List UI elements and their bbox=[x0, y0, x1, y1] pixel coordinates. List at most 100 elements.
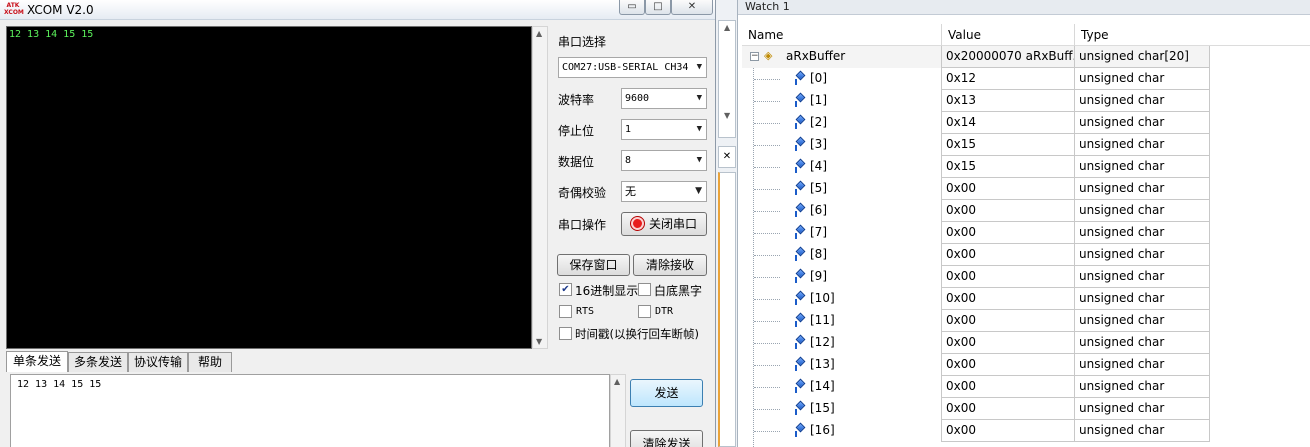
scroll-down-icon[interactable]: ▼ bbox=[724, 111, 730, 120]
baud-dropdown[interactable]: 9600 ▼ bbox=[621, 88, 707, 109]
item-type-cell: unsigned char bbox=[1075, 266, 1210, 288]
tab-help[interactable]: 帮助 bbox=[188, 352, 232, 372]
scroll-up-icon[interactable]: ▲ bbox=[536, 29, 542, 38]
item-value-cell[interactable]: 0x00 bbox=[942, 222, 1075, 244]
element-stem-icon bbox=[795, 387, 797, 393]
watch-item-row[interactable]: [12] 0x00 unsigned char bbox=[742, 332, 1210, 354]
item-type-cell: unsigned char bbox=[1075, 310, 1210, 332]
watch-element-diamond-icon bbox=[795, 202, 806, 213]
chevron-down-icon: ▼ bbox=[695, 186, 702, 196]
watch-item-row[interactable]: [9] 0x00 unsigned char bbox=[742, 266, 1210, 288]
white-bg-checkbox[interactable] bbox=[638, 283, 651, 296]
send-button[interactable]: 发送 bbox=[630, 379, 703, 407]
element-stem-icon bbox=[795, 211, 797, 217]
item-value-cell[interactable]: 0x15 bbox=[942, 156, 1075, 178]
watch-item-row[interactable]: [5] 0x00 unsigned char bbox=[742, 178, 1210, 200]
rts-checkbox[interactable] bbox=[559, 305, 572, 318]
clear-send-button[interactable]: 清除发送 bbox=[630, 430, 703, 447]
item-value-cell[interactable]: 0x00 bbox=[942, 354, 1075, 376]
send-scrollbar[interactable]: ▲ bbox=[610, 374, 626, 447]
item-value-cell[interactable]: 0x00 bbox=[942, 200, 1075, 222]
item-name-cell: [0] bbox=[742, 68, 942, 90]
item-value-cell[interactable]: 0x00 bbox=[942, 332, 1075, 354]
scroll-down-icon[interactable]: ▼ bbox=[536, 337, 542, 346]
item-value-cell[interactable]: 0x00 bbox=[942, 420, 1075, 442]
xcom-title-bar[interactable]: ATK XCOM XCOM V2.0 ▭ □ ✕ bbox=[0, 0, 715, 20]
scroll-up-icon[interactable]: ▲ bbox=[614, 377, 620, 386]
scroll-up-icon[interactable]: ▲ bbox=[724, 23, 730, 32]
item-value-cell[interactable]: 0x00 bbox=[942, 266, 1075, 288]
hex-display-label: 16进制显示 bbox=[575, 284, 639, 298]
watch-item-row[interactable]: [0] 0x12 unsigned char bbox=[742, 68, 1210, 90]
tab-multi-send[interactable]: 多条发送 bbox=[68, 352, 128, 372]
watch-item-row[interactable]: [3] 0x15 unsigned char bbox=[742, 134, 1210, 156]
maximize-button[interactable]: □ bbox=[645, 0, 671, 15]
watch-root-row[interactable]: − ◈ aRxBuffer 0x20000070 aRxBuff... unsi… bbox=[742, 46, 1210, 68]
save-window-button[interactable]: 保存窗口 bbox=[557, 254, 630, 276]
item-value-cell[interactable]: 0x14 bbox=[942, 112, 1075, 134]
timestamp-checkbox[interactable] bbox=[559, 327, 572, 340]
tree-branch bbox=[754, 145, 780, 146]
watch-item-row[interactable]: [11] 0x00 unsigned char bbox=[742, 310, 1210, 332]
tree-branch bbox=[754, 101, 780, 102]
port-op-label: 串口操作 bbox=[558, 218, 607, 232]
item-name: [3] bbox=[810, 137, 827, 151]
column-type[interactable]: Type bbox=[1075, 24, 1310, 46]
watch-item-row[interactable]: [13] 0x00 unsigned char bbox=[742, 354, 1210, 376]
watch-item-row[interactable]: [2] 0x14 unsigned char bbox=[742, 112, 1210, 134]
watch-item-row[interactable]: [6] 0x00 unsigned char bbox=[742, 200, 1210, 222]
item-value-cell[interactable]: 0x00 bbox=[942, 244, 1075, 266]
hex-display-checkbox[interactable]: ✔ bbox=[559, 283, 572, 296]
tree-branch bbox=[754, 277, 780, 278]
close-port-button[interactable]: 关闭串口 bbox=[621, 212, 707, 236]
tab-protocol[interactable]: 协议传输 bbox=[128, 352, 188, 372]
item-value-cell[interactable]: 0x00 bbox=[942, 376, 1075, 398]
watch-item-row[interactable]: [8] 0x00 unsigned char bbox=[742, 244, 1210, 266]
element-stem-icon bbox=[795, 189, 797, 195]
element-stem-icon bbox=[795, 365, 797, 371]
side-panel-bottom bbox=[718, 172, 736, 447]
item-value-cell[interactable]: 0x00 bbox=[942, 398, 1075, 420]
receive-scrollbar[interactable]: ▲ ▼ bbox=[532, 26, 548, 349]
receive-area[interactable]: 12 13 14 15 15 bbox=[6, 26, 532, 349]
watch-item-row[interactable]: [1] 0x13 unsigned char bbox=[742, 90, 1210, 112]
item-value-cell[interactable]: 0x13 bbox=[942, 90, 1075, 112]
tree-branch bbox=[754, 233, 780, 234]
column-name[interactable]: Name bbox=[742, 24, 942, 46]
watch-item-row[interactable]: [16] 0x00 unsigned char bbox=[742, 420, 1210, 442]
item-value-cell[interactable]: 0x12 bbox=[942, 68, 1075, 90]
ide-side-strip: ▲ ▼ ✕ bbox=[716, 0, 738, 447]
dtr-checkbox[interactable] bbox=[638, 305, 651, 318]
close-pane-icon[interactable]: ✕ bbox=[718, 146, 736, 168]
parity-dropdown[interactable]: 无 ▼ bbox=[621, 181, 707, 202]
item-name: [0] bbox=[810, 71, 827, 85]
collapse-icon[interactable]: − bbox=[750, 52, 759, 61]
port-select-dropdown[interactable]: COM27:USB-SERIAL CH34 ▼ bbox=[558, 57, 707, 78]
stopbits-dropdown[interactable]: 1 ▼ bbox=[621, 119, 707, 140]
item-name-cell: [16] bbox=[742, 420, 942, 442]
timestamp-label: 时间戳(以换行回车断帧) bbox=[575, 327, 699, 341]
close-window-button[interactable]: ✕ bbox=[671, 0, 713, 15]
root-value-cell[interactable]: 0x20000070 aRxBuff... bbox=[942, 46, 1075, 68]
watch-item-row[interactable]: [15] 0x00 unsigned char bbox=[742, 398, 1210, 420]
watch-item-row[interactable]: [14] 0x00 unsigned char bbox=[742, 376, 1210, 398]
item-value-cell[interactable]: 0x15 bbox=[942, 134, 1075, 156]
minimize-button[interactable]: ▭ bbox=[619, 0, 645, 15]
send-text: 12 13 14 15 15 bbox=[17, 379, 102, 390]
watch-item-row[interactable]: [4] 0x15 unsigned char bbox=[742, 156, 1210, 178]
databits-dropdown[interactable]: 8 ▼ bbox=[621, 150, 707, 171]
item-value-cell[interactable]: 0x00 bbox=[942, 310, 1075, 332]
item-value-cell[interactable]: 0x00 bbox=[942, 178, 1075, 200]
send-input[interactable]: 12 13 14 15 15 bbox=[10, 374, 610, 447]
rts-label: RTS bbox=[576, 306, 595, 317]
column-value[interactable]: Value bbox=[942, 24, 1075, 46]
watch-item-row[interactable]: [10] 0x00 unsigned char bbox=[742, 288, 1210, 310]
side-panel-top: ▲ ▼ bbox=[718, 20, 736, 138]
item-value-cell[interactable]: 0x00 bbox=[942, 288, 1075, 310]
tree-branch bbox=[754, 409, 780, 410]
clear-receive-button[interactable]: 清除接收 bbox=[633, 254, 707, 276]
tab-single-send[interactable]: 单条发送 bbox=[6, 351, 68, 372]
item-type-cell: unsigned char bbox=[1075, 354, 1210, 376]
item-type-cell: unsigned char bbox=[1075, 200, 1210, 222]
watch-item-row[interactable]: [7] 0x00 unsigned char bbox=[742, 222, 1210, 244]
